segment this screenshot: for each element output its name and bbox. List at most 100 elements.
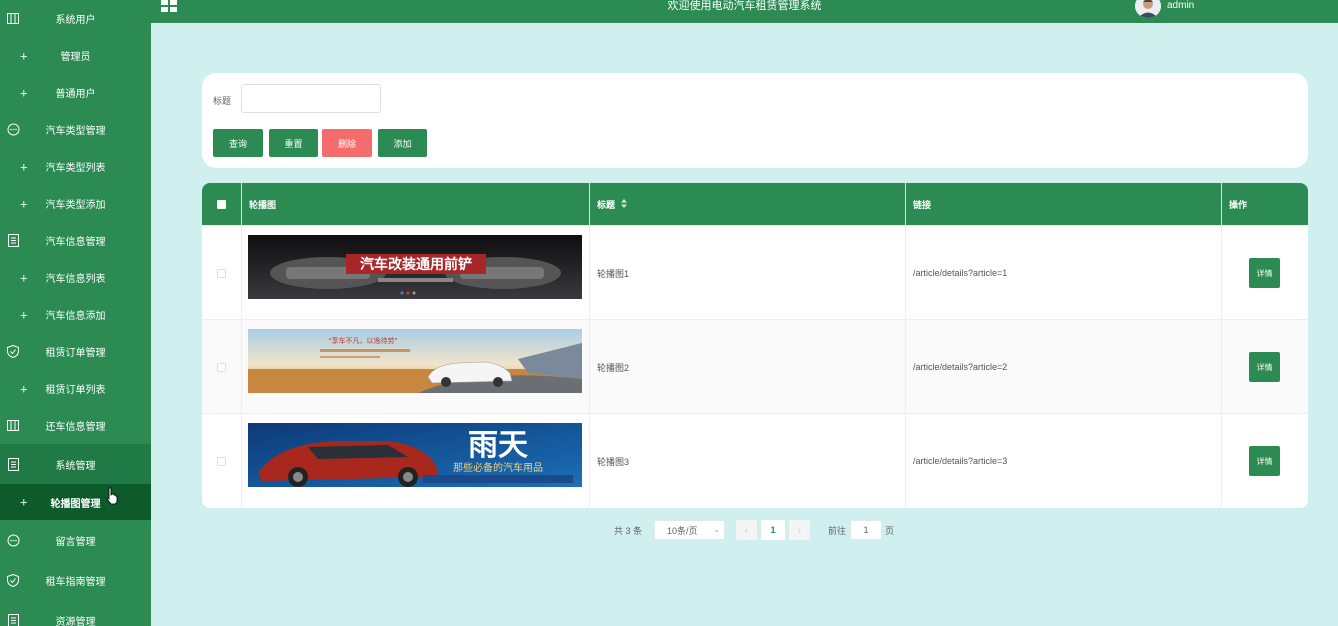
plus-icon: + — [20, 159, 28, 174]
columns-icon — [6, 419, 20, 433]
pagination-total: 共 3 条 — [614, 526, 643, 536]
avatar[interactable] — [1135, 0, 1161, 18]
sidebar-item-car-type-mgmt[interactable]: 汽车类型管理 — [0, 111, 151, 148]
link-cell: /article/details?article=3 — [906, 414, 1222, 508]
carousel-table: 轮播图 标题 链接 操作 汽车改装通用前铲 轮播图1 /article/deta… — [202, 183, 1308, 508]
page-suffix-label: 页 — [885, 526, 895, 536]
sidebar-item-carousel-mgmt[interactable]: + 轮播图管理 — [0, 484, 151, 520]
goto-page-input[interactable]: 1 — [850, 520, 882, 540]
sidebar-item-resource-mgmt[interactable]: 资源管理 — [0, 600, 151, 626]
sidebar-item-car-info-list[interactable]: + 汽车信息列表 — [0, 259, 151, 296]
sidebar-item-label: 汽车信息管理 — [45, 237, 106, 248]
document-icon — [6, 613, 20, 626]
sidebar-item-return-info-mgmt[interactable]: 还车信息管理 — [0, 407, 151, 444]
banner-caption: 雨天 — [468, 428, 528, 463]
table-row: "享车不凡，以逸待劳" 轮播图2 /article/details?articl… — [202, 319, 1308, 414]
plus-icon: + — [20, 196, 28, 211]
sidebar-item-car-info-add[interactable]: + 汽车信息添加 — [0, 296, 151, 333]
column-header-title[interactable]: 标题 — [590, 183, 906, 225]
row-checkbox-cell — [202, 320, 242, 414]
sidebar-item-rental-order-list[interactable]: + 租赁订单列表 — [0, 370, 151, 407]
title-search-input[interactable] — [241, 84, 381, 113]
sidebar-item-label: 留言管理 — [55, 536, 96, 548]
chat-icon — [6, 123, 20, 137]
banner-image-1: 汽车改装通用前铲 — [248, 235, 582, 299]
columns-icon — [6, 12, 20, 26]
page-number-current[interactable]: 1 — [761, 520, 785, 540]
query-button[interactable]: 查询 — [213, 129, 263, 157]
document-icon — [6, 234, 20, 248]
banner-caption: 汽车改装通用前铲 — [360, 256, 472, 273]
page-size-value: 10条/页 — [667, 525, 698, 536]
sidebar-item-normal-users[interactable]: + 普通用户 — [0, 74, 151, 111]
plus-icon: + — [20, 270, 28, 285]
select-all-cell — [202, 183, 242, 225]
top-bar: 欢迎使用电动汽车租赁管理系统 admin — [151, 0, 1338, 23]
sidebar-item-guide-mgmt[interactable]: 租车指南管理 — [0, 560, 151, 600]
sidebar-item-system-mgmt[interactable]: 系统管理 — [0, 444, 151, 484]
next-page-button[interactable]: › — [789, 520, 810, 540]
link-cell: /article/details?article=1 — [906, 226, 1222, 320]
plus-icon: + — [20, 48, 28, 63]
username[interactable]: admin — [1167, 0, 1194, 12]
row-checkbox[interactable] — [217, 362, 226, 372]
row-checkbox-cell — [202, 226, 242, 320]
document-icon — [6, 457, 20, 471]
sidebar-item-system-users[interactable]: 系统用户 — [0, 0, 151, 37]
chevron-down-icon: ⌄ — [713, 525, 720, 534]
title-label: 标题 — [213, 96, 232, 106]
chevron-left-icon: ‹ — [745, 525, 748, 535]
sidebar-item-car-type-list[interactable]: + 汽车类型列表 — [0, 148, 151, 185]
page-size-select[interactable]: 10条/页 ⌄ — [654, 520, 725, 540]
reset-button[interactable]: 重置 — [269, 129, 318, 157]
table-header: 轮播图 标题 链接 操作 — [202, 183, 1308, 225]
column-header-link: 链接 — [906, 183, 1222, 225]
row-checkbox[interactable] — [217, 456, 226, 466]
row-checkbox-cell — [202, 414, 242, 508]
sidebar-item-label: 还车信息管理 — [45, 422, 106, 433]
sort-icon[interactable] — [621, 198, 628, 210]
title-cell: 轮播图2 — [590, 320, 906, 414]
detail-button[interactable]: 详情 — [1249, 446, 1280, 476]
delete-button[interactable]: 删除 — [322, 129, 372, 157]
title-cell: 轮播图1 — [590, 226, 906, 320]
sidebar-item-label: 租赁订单管理 — [45, 348, 106, 359]
add-button[interactable]: 添加 — [378, 129, 427, 157]
plus-icon: + — [20, 381, 28, 396]
sidebar-item-car-type-add[interactable]: + 汽车类型添加 — [0, 185, 151, 222]
detail-button[interactable]: 详情 — [1249, 352, 1280, 382]
column-header-label: 标题 — [597, 199, 616, 210]
detail-button[interactable]: 详情 — [1249, 258, 1280, 288]
link-cell: /article/details?article=2 — [906, 320, 1222, 414]
sidebar-item-label: 租车指南管理 — [45, 576, 106, 588]
sidebar-item-label: 汽车类型管理 — [45, 126, 106, 137]
banner-caption: "享车不凡，以逸待劳" — [328, 336, 397, 345]
row-checkbox[interactable] — [217, 268, 226, 278]
shield-icon — [6, 573, 20, 587]
sidebar-item-label: 系统用户 — [55, 15, 96, 26]
column-header-actions: 操作 — [1229, 199, 1248, 210]
prev-page-button[interactable]: ‹ — [736, 520, 757, 540]
plus-icon: + — [20, 494, 28, 510]
plus-icon: + — [20, 85, 28, 100]
sidebar-item-car-info-mgmt[interactable]: 汽车信息管理 — [0, 222, 151, 259]
column-header-image: 轮播图 — [242, 183, 590, 225]
chat-icon — [6, 533, 20, 547]
chevron-right-icon: › — [798, 525, 801, 535]
search-panel: 标题 查询 重置 删除 添加 — [202, 73, 1308, 168]
sidebar-item-label: 系统管理 — [55, 460, 96, 472]
table-row: 雨天 那些必备的汽车用品 轮播图3 /article/details?artic… — [202, 413, 1308, 508]
hand-cursor-icon — [106, 487, 118, 505]
banner-image-3: 雨天 那些必备的汽车用品 — [248, 423, 582, 487]
banner-subcaption: 那些必备的汽车用品 — [453, 461, 543, 474]
banner-image-2: "享车不凡，以逸待劳" — [248, 329, 582, 393]
title-cell: 轮播图3 — [590, 414, 906, 508]
plus-icon: + — [20, 307, 28, 322]
select-all-checkbox[interactable] — [217, 199, 226, 209]
sidebar-item-message-mgmt[interactable]: 留言管理 — [0, 520, 151, 560]
sidebar-item-label: 资源管理 — [55, 616, 96, 626]
sidebar: 系统用户 + 管理员 + 普通用户 汽车类型管理 + 汽车类型列表 + 汽车类型… — [0, 0, 151, 626]
shield-icon — [6, 345, 20, 359]
sidebar-item-rental-order-mgmt[interactable]: 租赁订单管理 — [0, 333, 151, 370]
sidebar-item-admin[interactable]: + 管理员 — [0, 37, 151, 74]
